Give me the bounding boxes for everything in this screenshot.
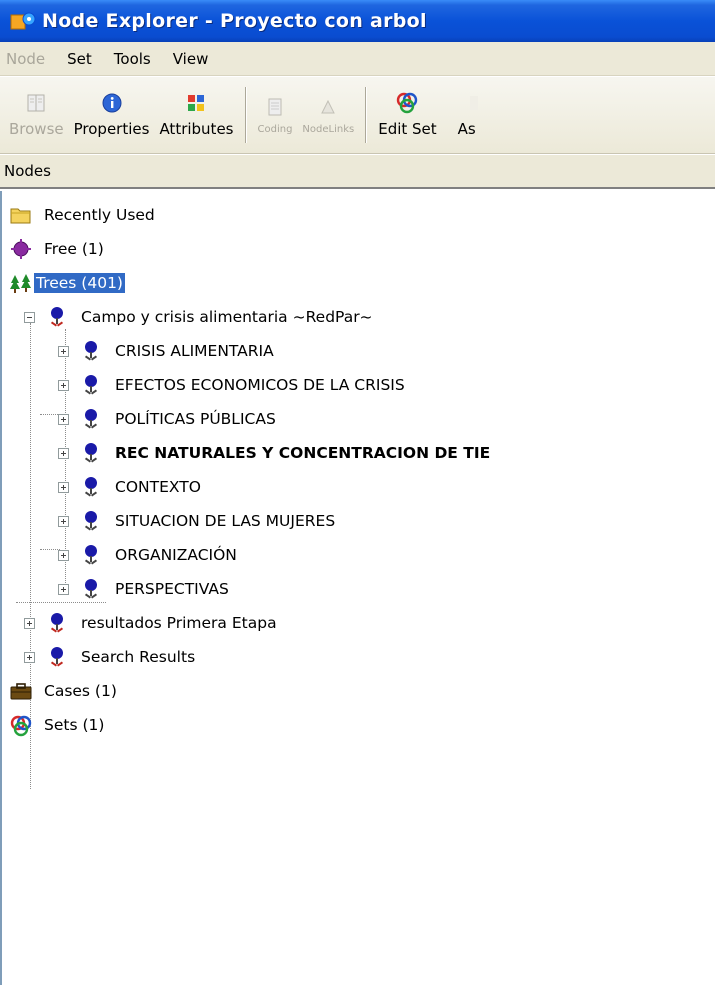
free-node-icon [10,239,31,259]
info-icon [101,92,123,114]
tree-label: Search Results [81,648,196,666]
tree-label: Trees (401) [34,273,125,293]
tree-label: ORGANIZACIÓN [115,546,237,564]
tree-item-child[interactable]: SITUACION DE LAS MUJERES [58,505,337,537]
nodes-header-label: Nodes [4,162,51,180]
expand-toggle[interactable] [24,617,35,629]
node-icon [81,375,101,395]
expand-toggle[interactable] [58,549,69,561]
trees-icon [10,273,31,293]
coding-button[interactable]: Coding [253,77,298,153]
tree-item-child[interactable]: CRISIS ALIMENTARIA [58,335,276,367]
collapse-toggle[interactable] [24,311,35,323]
tree-label: REC NATURALES Y CONCENTRACION DE TIE [115,444,491,462]
partial-label: As [457,120,476,138]
coding-label: Coding [257,123,293,135]
tree-connector [40,549,60,550]
attributes-icon [185,92,207,114]
edit-set-button[interactable]: Edit Set [373,77,441,153]
nodes-panel-header: Nodes [0,155,715,189]
menu-view[interactable]: View [173,50,209,68]
browse-label: Browse [9,120,64,138]
partial-button[interactable]: As [442,77,483,153]
tree-label: CONTEXTO [115,478,201,496]
expand-toggle[interactable] [58,447,69,459]
set-icon [396,92,418,114]
nodelinks-button[interactable]: NodeLinks [297,77,359,153]
tree-label: Campo y crisis alimentaria ~RedPar~ [81,308,373,326]
tree-item-child[interactable]: POLÍTICAS PÚBLICAS [58,403,278,435]
folder-icon [10,205,31,225]
attributes-button[interactable]: Attributes [154,77,238,153]
node-icon [81,341,101,361]
tree-connector [40,414,60,415]
node-icon [81,443,101,463]
node-icon [81,511,101,531]
node-icon [47,307,67,327]
tree-label: resultados Primera Etapa [81,614,277,632]
tree-item-root[interactable]: Campo y crisis alimentaria ~RedPar~ [24,301,375,333]
partial-icon [456,92,478,114]
app-icon [10,10,36,32]
toolbar-separator [244,87,247,143]
tree-item-sets[interactable]: Sets (1) [10,709,106,741]
tree-item-search-results[interactable]: Search Results [24,641,197,673]
document-icon [264,96,286,118]
node-icon [81,545,101,565]
menu-set[interactable]: Set [67,50,92,68]
link-icon [317,96,339,118]
tree-item-resultados[interactable]: resultados Primera Etapa [24,607,279,639]
tree-label: Recently Used [44,206,155,224]
attributes-label: Attributes [159,120,234,138]
node-icon [47,613,67,633]
tree-item-child[interactable]: PERSPECTIVAS [58,573,231,605]
tree-label: Free (1) [44,240,104,258]
tree-item-cases[interactable]: Cases (1) [10,675,119,707]
properties-button[interactable]: Properties [69,77,155,153]
tree-item-child[interactable]: REC NATURALES Y CONCENTRACION DE TIE [58,437,492,469]
expand-toggle[interactable] [58,345,69,357]
tree-item-free[interactable]: Free (1) [10,233,106,265]
expand-toggle[interactable] [58,481,69,493]
tree-label: PERSPECTIVAS [115,580,229,598]
edit-set-label: Edit Set [378,120,437,138]
tree-item-child[interactable]: EFECTOS ECONOMICOS DE LA CRISIS [58,369,407,401]
window-title: Node Explorer - Proyecto con arbol [42,10,427,32]
menu-bar: Node Set Tools View [0,42,715,76]
node-icon [81,409,101,429]
tree-label: Cases (1) [44,682,117,700]
menu-node[interactable]: Node [6,50,45,68]
toolbar-separator [365,87,368,143]
expand-toggle[interactable] [58,515,69,527]
expand-toggle[interactable] [58,413,69,425]
node-icon [81,579,101,599]
browse-icon [25,92,47,114]
tree-item-child[interactable]: ORGANIZACIÓN [58,539,239,571]
properties-label: Properties [73,120,150,138]
set-icon [10,715,32,737]
node-icon [47,647,67,667]
tree-label: CRISIS ALIMENTARIA [115,342,274,360]
tree-label: POLÍTICAS PÚBLICAS [115,410,276,428]
title-bar[interactable]: Node Explorer - Proyecto con arbol [0,0,715,42]
tree-label: SITUACION DE LAS MUJERES [115,512,336,530]
tree-item-recently-used[interactable]: Recently Used [10,199,157,231]
browse-button[interactable]: Browse [4,77,69,153]
tree-item-trees[interactable]: Trees (401) [10,267,125,299]
expand-toggle[interactable] [24,651,35,663]
expand-toggle[interactable] [58,583,69,595]
nodelinks-label: NodeLinks [302,123,355,135]
tree-item-child[interactable]: CONTEXTO [58,471,203,503]
tree-label: EFECTOS ECONOMICOS DE LA CRISIS [115,376,405,394]
tree-label: Sets (1) [44,716,105,734]
expand-toggle[interactable] [58,379,69,391]
toolbar: Browse Properties Attributes Coding Node… [0,77,715,154]
node-tree[interactable]: Recently Used Free (1) Trees (401) Campo… [0,191,715,985]
briefcase-icon [10,681,32,701]
menu-tools[interactable]: Tools [114,50,151,68]
node-icon [81,477,101,497]
